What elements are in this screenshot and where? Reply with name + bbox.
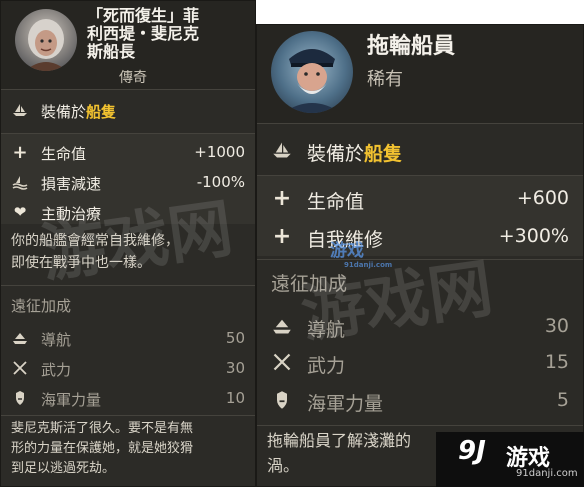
rarity-label: 稀有	[367, 69, 403, 90]
stat-row: + 生命值 +1000	[1, 141, 255, 165]
expedition-row: 海軍力量 5	[257, 387, 583, 415]
rarity-label: 傳奇	[119, 70, 147, 86]
sailor-portrait-icon	[283, 49, 341, 113]
stat-label: 主動治療	[41, 205, 102, 223]
expedition-value: 30	[544, 315, 569, 337]
expedition-row: 導航 50	[1, 327, 255, 351]
lore-text: 拖輪船員了解淺灘的 渦。	[267, 431, 412, 475]
expedition-row: 武力 15	[257, 349, 583, 377]
equip-row: 裝備於船隻	[1, 97, 255, 127]
logo-site: 91danji.com	[516, 468, 578, 479]
crew-portrait	[271, 31, 353, 113]
expedition-header: 遠征加成	[271, 273, 348, 295]
crew-name: 拖輪船員	[367, 34, 456, 59]
equip-prefix: 裝備於	[307, 143, 365, 165]
crossed-swords-icon	[271, 351, 293, 373]
expedition-label: 海軍力量	[41, 391, 102, 409]
stat-value: +300%	[498, 225, 569, 247]
watermark-logo-small: 游戏 91danji.com	[330, 236, 392, 269]
ship-wave-icon	[11, 173, 29, 191]
expedition-label: 武力	[307, 355, 346, 377]
expedition-value: 10	[225, 389, 245, 407]
captain-card-legendary[interactable]: 「死而復生」菲 利西堤・斐尼克 斯船長 傳奇 裝備於船隻 + 生命值 +1000…	[0, 0, 256, 487]
card-header: 「死而復生」菲 利西堤・斐尼克 斯船長 傳奇	[1, 1, 255, 89]
ship-icon	[11, 101, 29, 119]
expedition-label: 導航	[41, 331, 72, 349]
expedition-row: 海軍力量 10	[1, 387, 255, 411]
equip-prefix: 裝備於	[41, 103, 87, 121]
expedition-label: 導航	[307, 319, 346, 341]
stat-label: 生命值	[307, 191, 365, 213]
stat-value: +600	[516, 187, 569, 209]
stat-row: ❤ 主動治療	[1, 201, 255, 225]
stat-row: 損害減速 -100%	[1, 171, 255, 195]
stat-value: +1000	[194, 143, 245, 161]
equip-target: 船隻	[86, 103, 117, 121]
logo-mark: 9J	[458, 436, 486, 466]
lore-text: 斐尼克斯活了很久。要不是有無 形的力量在保護她，就是她狡猾 到足以逃過死劫。	[11, 421, 194, 477]
old-woman-portrait-icon	[25, 19, 67, 71]
naval-power-icon	[11, 389, 29, 407]
compass-ship-icon	[11, 329, 29, 347]
expedition-value: 15	[544, 351, 569, 373]
stat-row: + 自我維修 +300%	[257, 223, 583, 252]
ability-description: 你的船艦會經常自我維修， 即使在戰爭中也一樣。	[11, 233, 179, 271]
stat-label: 損害減速	[41, 175, 102, 193]
equip-row: 裝備於船隻	[257, 135, 583, 167]
captain-portrait	[15, 9, 77, 71]
naval-power-icon	[271, 389, 293, 411]
expedition-row: 武力 30	[1, 357, 255, 381]
stat-value: -100%	[196, 173, 245, 191]
captain-name: 「死而復生」菲 利西堤・斐尼克 斯船長	[87, 6, 200, 61]
plus-icon: +	[272, 185, 292, 211]
heart-icon: ❤	[13, 203, 27, 221]
expedition-value: 30	[225, 359, 245, 377]
stat-label: 生命值	[41, 145, 87, 163]
watermark-logo-text: 游戏	[330, 241, 364, 261]
plus-icon: +	[272, 223, 292, 249]
plus-icon: +	[12, 141, 28, 163]
expedition-header: 遠征加成	[11, 297, 72, 315]
expedition-value: 5	[556, 389, 569, 411]
crossed-swords-icon	[11, 359, 29, 377]
stat-row: + 生命值 +600	[257, 185, 583, 214]
crew-card-rare[interactable]: 拖輪船員 稀有 裝備於船隻 + 生命值 +600 + 自我維修 +300% 遠征…	[256, 24, 584, 487]
equip-target: 船隻	[364, 143, 403, 165]
expedition-label: 武力	[41, 361, 72, 379]
expedition-value: 50	[225, 329, 245, 347]
expedition-row: 導航 30	[257, 313, 583, 341]
compass-ship-icon	[271, 315, 293, 337]
watermark-logo: 9J 游戏 91danji.com	[436, 432, 584, 487]
card-header: 拖輪船員 稀有	[257, 25, 583, 123]
ship-icon	[271, 139, 293, 161]
expedition-label: 海軍力量	[307, 393, 384, 415]
watermark-site: 91danji.com	[344, 261, 393, 269]
